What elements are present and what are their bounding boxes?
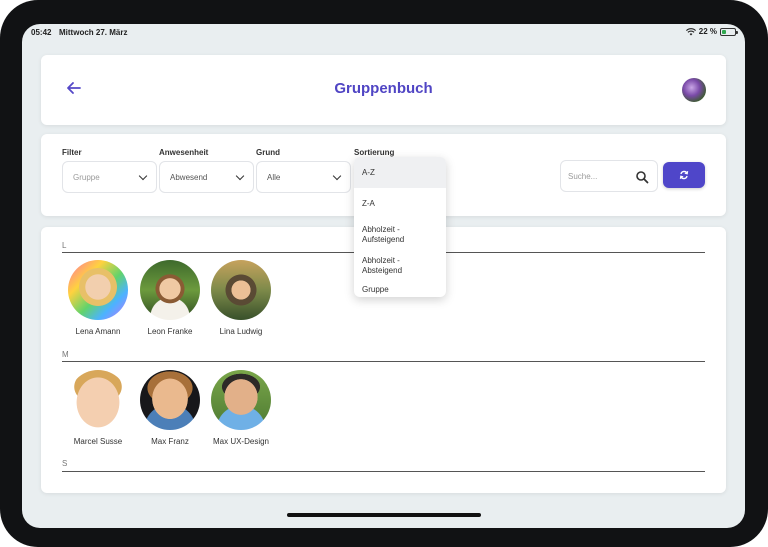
sort-option[interactable]: A-Z (354, 157, 446, 188)
status-right: 22 % (685, 27, 738, 36)
chevron-down-icon (332, 171, 342, 180)
child-card[interactable]: Marcel Susse (58, 370, 138, 446)
search-field[interactable] (560, 160, 658, 192)
child-name: Lena Amann (75, 327, 121, 336)
child-photo (140, 370, 200, 430)
child-photo (68, 260, 128, 320)
section-letter: M (62, 350, 69, 359)
sort-option[interactable]: Z-A (354, 188, 446, 219)
search-input[interactable] (568, 171, 632, 181)
reason-select[interactable]: Alle (256, 161, 351, 193)
section-divider (62, 361, 705, 362)
child-name: Max UX-Design (212, 437, 269, 446)
reason-value: Alle (267, 172, 281, 182)
child-photo (211, 260, 271, 320)
child-photo (211, 370, 271, 430)
page-title: Gruppenbuch (334, 80, 433, 97)
refresh-button[interactable] (663, 162, 705, 188)
child-card[interactable]: Lina Ludwig (201, 260, 281, 336)
child-name: Max Franz (151, 437, 189, 446)
chevron-down-icon (138, 171, 148, 180)
child-photo (140, 260, 200, 320)
child-card[interactable]: Leon Franke (130, 260, 210, 336)
status-date: Mittwoch 27. März (59, 28, 128, 37)
child-card[interactable]: Max Franz (130, 370, 210, 446)
child-name: Marcel Susse (73, 437, 123, 446)
reason-group: Grund Alle (256, 148, 351, 193)
filter-group: Filter Gruppe (62, 148, 157, 193)
refresh-icon (679, 170, 689, 180)
child-name: Leon Franke (147, 327, 193, 336)
header-card: Gruppenbuch (41, 55, 726, 125)
child-card[interactable]: Max UX-Design (201, 370, 281, 446)
filter-value: Gruppe (73, 172, 100, 182)
sort-option[interactable]: Gruppe (354, 281, 446, 295)
battery-icon (720, 27, 738, 36)
attendance-value: Abwesend (170, 172, 208, 182)
section-letter: L (62, 241, 67, 250)
wifi-icon (685, 27, 696, 35)
child-card[interactable]: Lena Amann (58, 260, 138, 336)
user-avatar[interactable] (682, 78, 706, 102)
tablet-frame: 05:42 Mittwoch 27. März 22 % Gruppenbuch (0, 0, 768, 547)
sort-label: Sortierung (354, 148, 395, 157)
filter-label: Filter (62, 148, 82, 157)
sort-option[interactable]: Abholzeit - Aufsteigend (354, 219, 446, 250)
attendance-label: Anwesenheit (159, 148, 209, 157)
attendance-group: Anwesenheit Abwesend (159, 148, 254, 193)
filter-select[interactable]: Gruppe (62, 161, 157, 193)
section-divider (62, 471, 705, 472)
reason-label: Grund (256, 148, 280, 157)
screen: 05:42 Mittwoch 27. März 22 % Gruppenbuch (22, 24, 745, 528)
attendance-select[interactable]: Abwesend (159, 161, 254, 193)
section-letter: S (62, 459, 68, 468)
sort-option[interactable]: Abholzeit - Absteigend (354, 250, 446, 281)
status-bar: 05:42 Mittwoch 27. März 22 % (22, 24, 745, 42)
sort-dropdown-menu: A-Z Z-A Abholzeit - Aufsteigend Abholzei… (354, 157, 446, 297)
child-name: Lina Ludwig (219, 327, 263, 336)
home-indicator (287, 513, 481, 517)
child-photo (68, 370, 128, 430)
status-time: 05:42 (31, 28, 52, 37)
battery-percent: 22 % (698, 27, 717, 36)
chevron-down-icon (235, 171, 245, 180)
search-icon[interactable] (635, 170, 649, 184)
